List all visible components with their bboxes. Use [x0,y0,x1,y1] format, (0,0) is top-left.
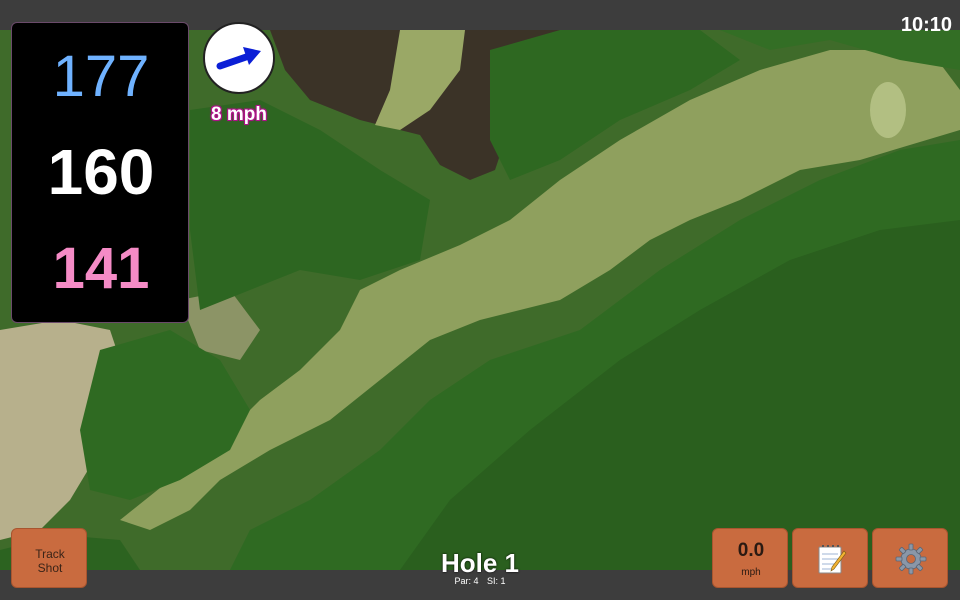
notepad-icon [818,545,847,574]
track-shot-label-line1: Track [35,547,65,561]
hole-par: Par: 4 [454,576,479,586]
wind-indicator[interactable] [203,22,275,94]
status-clock: 10:10 [900,14,952,36]
track-shot-button[interactable]: Track Shot [11,528,87,588]
front-distance: 141 [52,236,150,301]
gear-icon [895,543,927,575]
back-distance: 177 [52,44,150,109]
wind-arrow-icon [216,47,261,70]
wind-speed-label: 8 mph [211,104,267,125]
speed-unit: mph [741,567,761,578]
hole-title: Hole 1 [440,548,520,578]
speed-button[interactable]: 0.0 mph [712,528,788,588]
speed-value: 0.0 [737,540,765,561]
track-shot-label-line2: Shot [37,561,63,575]
notes-button[interactable] [792,528,868,588]
settings-button[interactable] [872,528,948,588]
hole-stroke-index: SI: 1 [487,576,506,586]
distance-panel: 177 160 141 [11,22,189,323]
middle-distance: 160 [47,136,155,208]
hole-meta: Par: 4 SI: 1 [400,576,560,586]
